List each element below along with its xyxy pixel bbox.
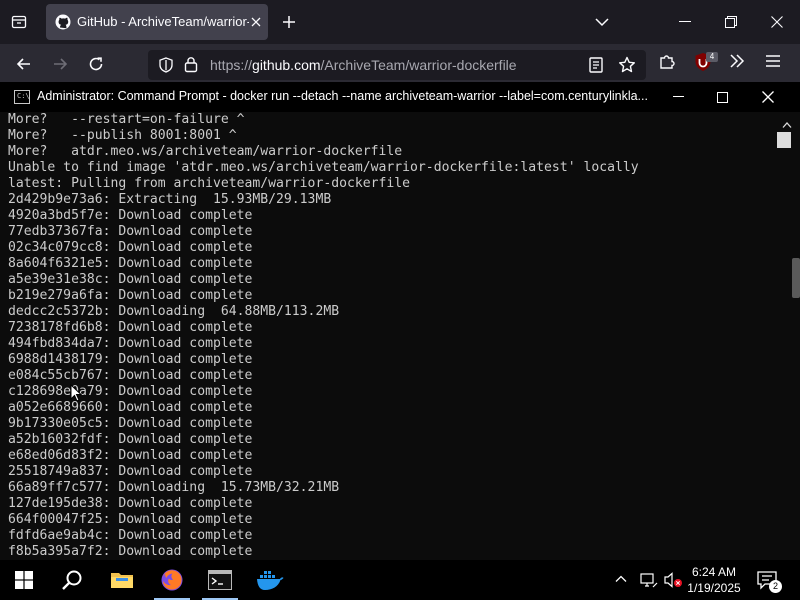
clock-time: 6:24 AM [691,565,737,579]
console-line: 2d429b9e73a6: Extracting 15.93MB/29.13MB [8,192,332,207]
browser-tab-strip: GitHub - ArchiveTeam/warrior-d [0,0,800,44]
hamburger-menu-icon[interactable] [764,52,782,75]
console-line: a052e6689660: Download complete [8,400,253,415]
forward-button[interactable] [48,52,72,76]
reload-button[interactable] [84,52,108,76]
cmd-minimize-button[interactable] [656,82,700,112]
console-output[interactable]: More? --restart=on-failure ^ More? --publ… [8,112,772,560]
browser-tab-github[interactable]: GitHub - ArchiveTeam/warrior-d [46,4,268,40]
lock-icon[interactable] [184,56,198,78]
volume-muted-icon[interactable] [664,572,684,593]
cmd-close-button[interactable] [746,82,790,112]
url-path: /ArchiveTeam/warrior-dockerfile [320,57,517,73]
console-line: More? atdr.meo.ws/archiveteam/warrior-do… [8,144,403,159]
command-prompt-window: C:\ Administrator: Command Prompt - dock… [0,82,800,560]
console-line: 494fbd834da7: Download complete [8,336,253,351]
console-line: c128698e0a79: Download complete [8,384,253,399]
scrollbar-thumb[interactable] [777,132,791,148]
console-line: 77edb37367fa: Download complete [8,224,253,239]
command-prompt-title-bar[interactable]: C:\ Administrator: Command Prompt - dock… [0,82,800,112]
navigation-toolbar: https://github.com/ArchiveTeam/warrior-d… [0,44,800,84]
console-line: a52b16032fdf: Download complete [8,432,253,447]
console-line: 4920a3bd5f7e: Download complete [8,208,253,223]
console-line: 6988d1438179: Download complete [8,352,253,367]
console-line: f8b5a395a7f2: Download complete [8,544,253,559]
page-scrollbar-thumb[interactable] [792,258,800,298]
console-line: 25518749a837: Download complete [8,464,253,479]
bookmark-star-icon[interactable] [618,56,636,79]
file-explorer-icon[interactable] [98,560,146,600]
tab-title: GitHub - ArchiveTeam/warrior-d [77,14,249,29]
console-line: 127de195de38: Download complete [8,496,253,511]
console-line: 02c34c079cc8: Download complete [8,240,253,255]
extensions-puzzle-icon[interactable] [658,52,676,75]
console-line: 8a604f6321e5: Download complete [8,256,253,271]
notifications-count-badge: 2 [769,580,782,593]
search-icon[interactable] [48,560,96,600]
docker-icon[interactable] [246,560,294,600]
console-line: e084c55cb767: Download complete [8,368,253,383]
console-line: e68ed06d83f2: Download complete [8,448,253,463]
console-line: 664f00047f25: Download complete [8,512,253,527]
console-line: latest: Pulling from archiveteam/warrior… [8,176,411,191]
minimize-window-button[interactable] [662,8,708,36]
clock-date: 1/19/2025 [687,581,741,595]
github-icon [55,14,71,30]
restore-window-button[interactable] [708,8,754,36]
ublock-blocked-count-badge: 4 [706,52,718,62]
command-prompt-icon[interactable]: C:\ [14,90,30,104]
mouse-cursor-icon [70,383,83,407]
command-prompt-title: Administrator: Command Prompt - docker r… [37,89,648,103]
network-icon[interactable] [640,572,658,593]
console-line: 7238178fd6b8: Download complete [8,320,253,335]
list-all-tabs-chevron-icon[interactable] [592,12,612,32]
command-prompt-taskbar-icon[interactable] [196,560,244,600]
start-button[interactable] [0,560,48,600]
console-line: fdfd6ae9ab4c: Download complete [8,528,253,543]
windows-taskbar: 6:24 AM 1/19/2025 [0,560,800,600]
firefox-icon[interactable] [148,560,196,600]
console-line: a5e39e31e38c: Download complete [8,272,253,287]
reader-view-icon[interactable] [588,56,604,79]
firefox-view-icon[interactable] [8,11,30,33]
console-scrollbar[interactable] [776,112,800,560]
url-bar[interactable]: https://github.com/ArchiveTeam/warrior-d… [148,50,646,80]
command-prompt-icon-text: C:\ [17,92,30,100]
close-window-button[interactable] [754,8,800,36]
show-hidden-icons-chevron-icon[interactable] [614,572,628,591]
more-tools-chevrons-icon[interactable] [728,52,746,75]
close-tab-icon[interactable] [248,14,264,30]
url-text[interactable]: https://github.com/ArchiveTeam/warrior-d… [210,57,517,73]
cmd-maximize-button[interactable] [700,82,744,112]
back-button[interactable] [12,52,36,76]
console-line: 9b17330e05c5: Download complete [8,416,253,431]
console-line: More? --publish 8001:8001 ^ [8,128,237,143]
url-scheme: https:// [210,57,253,73]
console-line: Unable to find image 'atdr.meo.ws/archiv… [8,160,639,175]
tracking-protection-shield-icon[interactable] [158,57,174,78]
console-line: More? --restart=on-failure ^ [8,112,245,127]
console-line: dedcc2c5372b: Downloading 64.88MB/113.2M… [8,304,340,319]
taskbar-clock[interactable]: 6:24 AM 1/19/2025 [684,564,744,596]
url-host: github.com [252,57,321,73]
new-tab-button[interactable] [279,12,299,32]
console-line: b219e279a6fa: Download complete [8,288,253,303]
console-line: 66a89ff7c577: Downloading 15.73MB/32.21M… [8,480,340,495]
